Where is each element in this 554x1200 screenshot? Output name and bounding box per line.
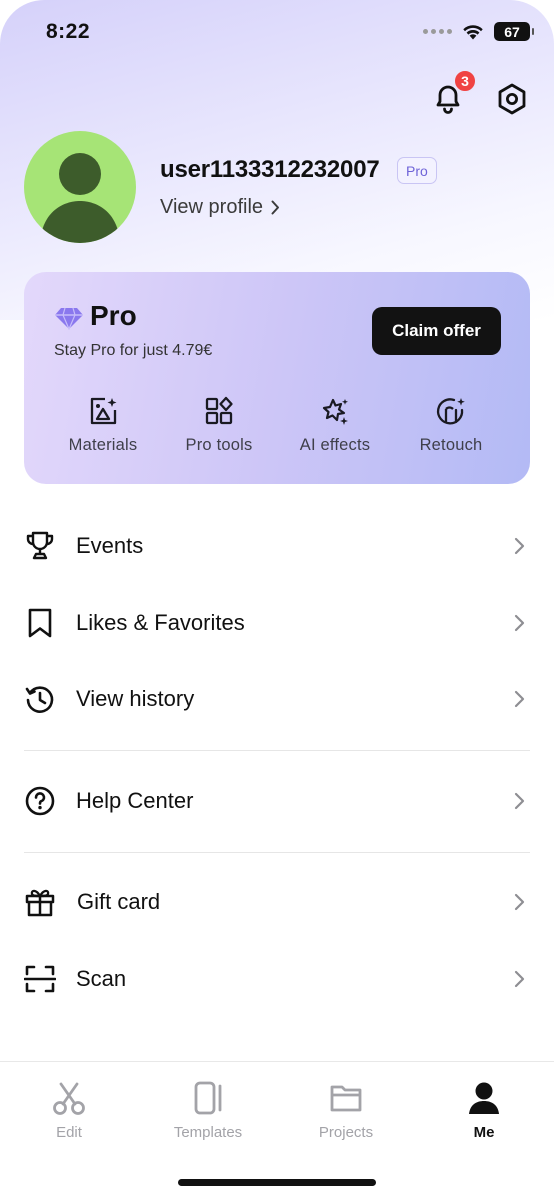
status-time: 8:22 [46, 20, 91, 43]
chevron-right-icon [514, 690, 525, 708]
home-indicator [178, 1179, 376, 1186]
image-sparkle-icon [90, 397, 117, 425]
pro-subtitle: Stay Pro for just 4.79€ [54, 342, 213, 359]
tab-me[interactable]: Me [429, 1080, 539, 1141]
trophy-icon [26, 531, 54, 560]
templates-icon [194, 1081, 222, 1115]
pro-title: Pro [90, 300, 137, 331]
feature-label: Pro tools [185, 436, 253, 454]
chevron-right-icon [514, 893, 525, 911]
status-indicators: 67 [423, 22, 534, 41]
menu-item-help-center[interactable]: Help Center [24, 773, 530, 829]
grid-tools-icon [205, 396, 233, 425]
pro-promo-card: Pro Stay Pro for just 4.79€ Claim offer … [24, 272, 530, 484]
tab-label: Me [473, 1124, 495, 1141]
divider [24, 852, 530, 853]
feature-label: Retouch [419, 436, 483, 454]
gift-icon [25, 889, 55, 917]
feature-retouch[interactable]: Retouch [396, 396, 506, 455]
tab-label: Projects [318, 1124, 374, 1141]
chevron-right-icon [271, 200, 280, 215]
chevron-right-icon [514, 614, 525, 632]
menu-item-view-history[interactable]: View history [24, 671, 530, 727]
tab-label: Templates [173, 1124, 243, 1141]
claim-offer-button[interactable]: Claim offer [372, 307, 501, 355]
face-retouch-icon [436, 398, 465, 425]
pro-badge: Pro [397, 157, 437, 184]
avatar[interactable] [24, 131, 136, 243]
chevron-right-icon [514, 537, 525, 555]
tab-templates[interactable]: Templates [153, 1080, 263, 1141]
battery-indicator: 67 [494, 22, 534, 41]
magic-stars-icon [322, 398, 348, 425]
feature-label: AI effects [299, 436, 371, 454]
scissors-icon [53, 1082, 85, 1115]
menu-label: View history [76, 686, 195, 711]
feature-label: Materials [68, 436, 138, 454]
default-user-icon [40, 153, 120, 243]
tab-projects[interactable]: Projects [291, 1080, 401, 1141]
settings-button[interactable] [493, 80, 531, 118]
feature-materials[interactable]: Materials [48, 396, 158, 455]
menu-label: Scan [76, 966, 127, 991]
menu-item-gift-card[interactable]: Gift card [24, 874, 530, 930]
app-screen: 8:22 67 3 user1133312232007 Pro View pro… [0, 0, 554, 1200]
wifi-icon [463, 25, 483, 40]
view-profile-link[interactable]: View profile [160, 196, 280, 219]
chevron-right-icon [514, 970, 525, 988]
menu-item-likes-favorites[interactable]: Likes & Favorites [24, 595, 530, 651]
tab-edit[interactable]: Edit [14, 1080, 124, 1141]
menu-label: Events [76, 533, 144, 558]
menu-label: Help Center [76, 788, 194, 813]
question-circle-icon [25, 786, 55, 816]
menu-label: Likes & Favorites [76, 610, 245, 635]
notification-count-badge: 3 [453, 69, 477, 93]
divider [24, 750, 530, 751]
gear-icon [498, 83, 526, 115]
scan-icon [24, 965, 56, 993]
view-profile-label: View profile [160, 196, 264, 218]
menu-label: Gift card [77, 889, 161, 914]
status-bar: 8:22 67 [0, 0, 554, 66]
bookmark-icon [28, 608, 52, 638]
username: user1133312232007 [160, 156, 380, 183]
history-clock-icon [25, 686, 54, 713]
diamond-icon [55, 307, 83, 330]
chevron-right-icon [514, 792, 525, 810]
person-icon [469, 1082, 499, 1114]
feature-ai-effects[interactable]: AI effects [280, 396, 390, 455]
cellular-signal-icon [423, 29, 452, 34]
tab-label: Edit [56, 1124, 82, 1141]
menu-item-events[interactable]: Events [24, 518, 530, 574]
feature-pro-tools[interactable]: Pro tools [164, 396, 274, 455]
folder-icon [330, 1085, 362, 1112]
menu-item-scan[interactable]: Scan [24, 951, 530, 1007]
